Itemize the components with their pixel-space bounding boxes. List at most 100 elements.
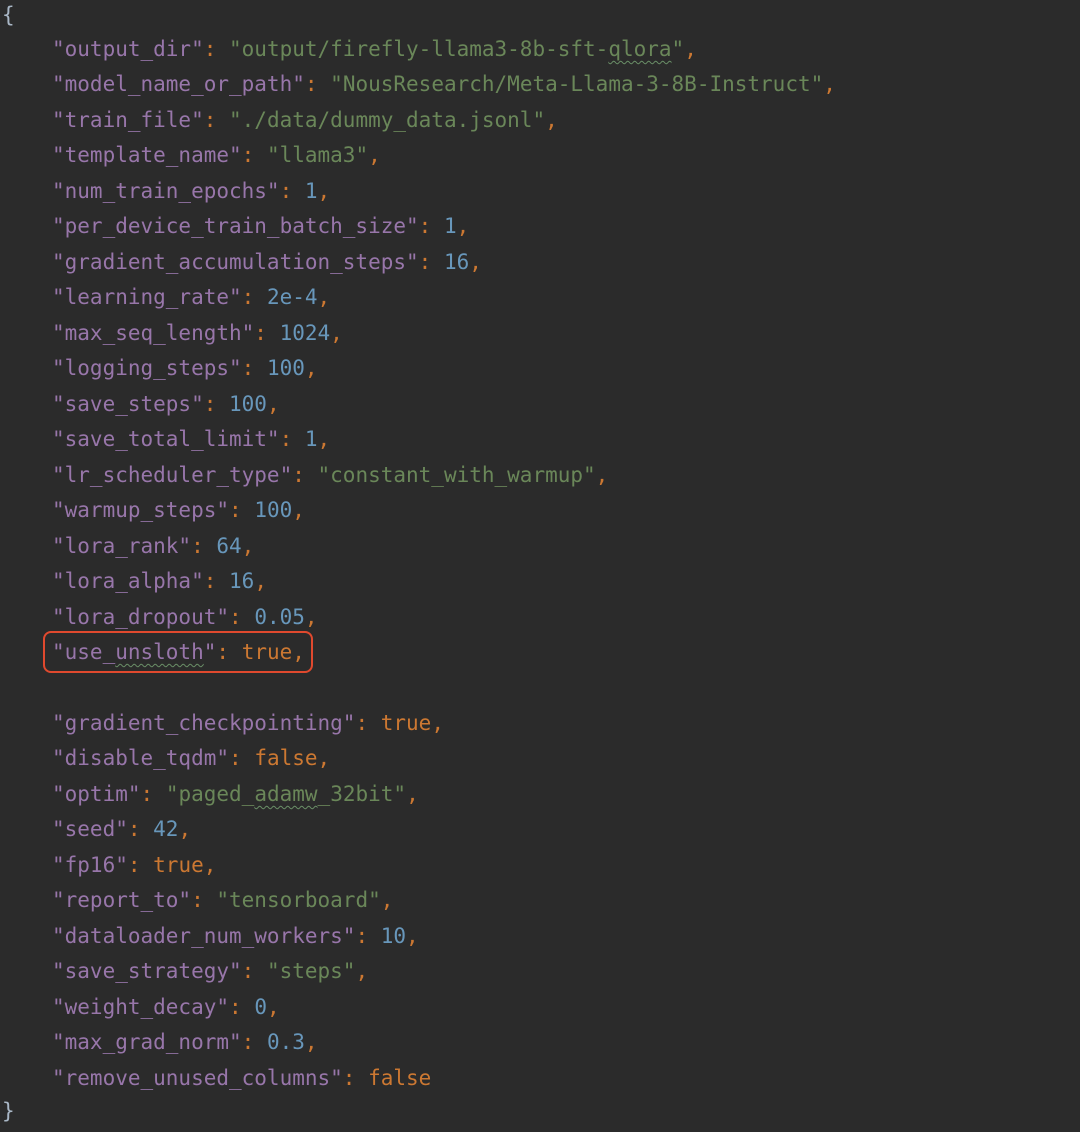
json-value: "paged_ bbox=[165, 782, 255, 806]
json-value: 100 bbox=[229, 392, 267, 416]
json-value: false bbox=[368, 1066, 432, 1090]
comma: , bbox=[684, 37, 697, 61]
json-key: "save_total_limit" bbox=[52, 427, 280, 451]
json-value: true bbox=[153, 853, 204, 877]
json-value: 100 bbox=[254, 498, 293, 522]
json-value: 1024 bbox=[279, 321, 331, 345]
colon: : bbox=[292, 463, 318, 487]
json-line-output-dir: "output_dir": "output/firefly-llama3-8b-… bbox=[52, 32, 697, 66]
json-line-report-to: "report_to": "tensorboard", bbox=[52, 883, 393, 917]
json-key: "gradient_accumulation_steps" bbox=[52, 250, 419, 274]
json-value: 2e-4 bbox=[266, 285, 318, 309]
json-value: "tensorboard" bbox=[216, 888, 381, 912]
colon: : bbox=[229, 746, 255, 770]
json-value: "constant_with_warmup" bbox=[317, 463, 596, 487]
comma: , bbox=[456, 214, 470, 238]
colon: : bbox=[418, 250, 444, 274]
json-line-lora-alpha: "lora_alpha": 16, bbox=[52, 564, 267, 598]
json-line-lr-scheduler-type: "lr_scheduler_type": "constant_with_warm… bbox=[52, 458, 608, 492]
colon: : bbox=[241, 143, 267, 167]
close-brace: } bbox=[2, 1099, 15, 1123]
json-value: "NousResearch/Meta-Llama-3-8B-Instruct" bbox=[330, 72, 824, 96]
colon: : bbox=[241, 959, 267, 983]
json-line-disable-tqdm: "disable_tqdm": false, bbox=[52, 741, 330, 775]
comma: , bbox=[178, 817, 192, 841]
json-line-max-grad-norm: "max_grad_norm": 0.3, bbox=[52, 1025, 318, 1059]
comma: , bbox=[406, 782, 419, 806]
comma: , bbox=[380, 888, 394, 912]
colon: : bbox=[355, 711, 381, 735]
json-key: "template_name" bbox=[52, 143, 242, 167]
colon: : bbox=[229, 995, 255, 1019]
comma: , bbox=[266, 995, 280, 1019]
json-line-use-unsloth: "use_unsloth": true, bbox=[52, 635, 305, 669]
json-line-warmup-steps: "warmup_steps": 100, bbox=[52, 493, 305, 527]
json-line-template-name: "template_name": "llama3", bbox=[52, 138, 381, 172]
colon: : bbox=[279, 427, 305, 451]
json-line-num-train-epochs: "num_train_epochs": 1, bbox=[52, 174, 330, 208]
json-key: "max_seq_length" bbox=[52, 321, 255, 345]
comma: , bbox=[595, 463, 609, 487]
json-key: "lora_dropout" bbox=[52, 605, 230, 629]
comma: , bbox=[304, 1030, 318, 1054]
colon: : bbox=[355, 924, 381, 948]
comma: , bbox=[823, 72, 836, 96]
json-value: false bbox=[254, 746, 318, 770]
json-key: "save_strategy" bbox=[52, 959, 242, 983]
colon: : bbox=[241, 356, 267, 380]
colon: : bbox=[140, 782, 166, 806]
comma: , bbox=[317, 746, 331, 770]
json-value: 64 bbox=[216, 534, 242, 558]
json-line-gradient-checkpointing: "gradient_checkpointing": true, bbox=[52, 706, 444, 740]
colon: : bbox=[216, 640, 242, 664]
comma: , bbox=[304, 356, 318, 380]
json-key: "max_grad_norm" bbox=[52, 1030, 242, 1054]
json-value: true bbox=[380, 711, 432, 735]
json-line-learning-rate: "learning_rate": 2e-4, bbox=[52, 280, 330, 314]
comma: , bbox=[266, 392, 280, 416]
json-key: "model_name_or_path" bbox=[52, 72, 305, 96]
open-brace: { bbox=[2, 3, 15, 27]
json-value: "output/firefly-llama3-8b-sft- bbox=[229, 37, 609, 61]
colon: : bbox=[229, 498, 255, 522]
comma: , bbox=[406, 924, 419, 948]
json-line-logging-steps: "logging_steps": 100, bbox=[52, 351, 318, 385]
json-line-save-strategy: "save_strategy": "steps", bbox=[52, 954, 368, 988]
json-value: "llama3" bbox=[266, 143, 369, 167]
json-line-lora-rank: "lora_rank": 64, bbox=[52, 529, 254, 563]
json-value: 10 bbox=[380, 924, 407, 948]
json-key: "train_file" bbox=[52, 108, 204, 132]
colon: : bbox=[191, 534, 217, 558]
json-key: "lora_alpha" bbox=[52, 569, 204, 593]
comma: , bbox=[254, 569, 267, 593]
code-editor[interactable]: { "output_dir": "output/firefly-llama3-8… bbox=[0, 0, 1080, 1132]
comma: , bbox=[368, 143, 381, 167]
json-key: "logging_steps" bbox=[52, 356, 242, 380]
json-line-save-steps: "save_steps": 100, bbox=[52, 387, 280, 421]
comma: , bbox=[317, 427, 331, 451]
json-line-fp16: "fp16": true, bbox=[52, 848, 216, 882]
json-key: "dataloader_num_workers" bbox=[52, 924, 356, 948]
json-value: 1 bbox=[304, 427, 318, 451]
json-key: "fp16" bbox=[52, 853, 128, 877]
json-key: "remove_unused_columns" bbox=[52, 1066, 343, 1090]
colon: : bbox=[342, 1066, 369, 1090]
json-value: 0 bbox=[254, 995, 267, 1019]
comma: , bbox=[317, 285, 331, 309]
json-value-tail: _32bit" bbox=[317, 782, 407, 806]
comma: , bbox=[292, 640, 305, 664]
json-line-per-device-train-batch-size: "per_device_train_batch_size": 1, bbox=[52, 209, 469, 243]
json-value: "./data/dummy_data.jsonl" bbox=[229, 108, 546, 132]
json-line-train-file: "train_file": "./data/dummy_data.jsonl", bbox=[52, 103, 558, 137]
json-value: true bbox=[241, 640, 293, 664]
colon: : bbox=[304, 72, 331, 96]
json-value: 16 bbox=[229, 569, 255, 593]
json-line-max-seq-length: "max_seq_length": 1024, bbox=[52, 316, 343, 350]
colon: : bbox=[279, 179, 305, 203]
comma: , bbox=[241, 534, 255, 558]
comma: , bbox=[203, 853, 217, 877]
colon: : bbox=[127, 817, 154, 841]
json-key: "optim" bbox=[52, 782, 141, 806]
json-key: "num_train_epochs" bbox=[52, 179, 280, 203]
json-line-weight-decay: "weight_decay": 0, bbox=[52, 990, 280, 1024]
